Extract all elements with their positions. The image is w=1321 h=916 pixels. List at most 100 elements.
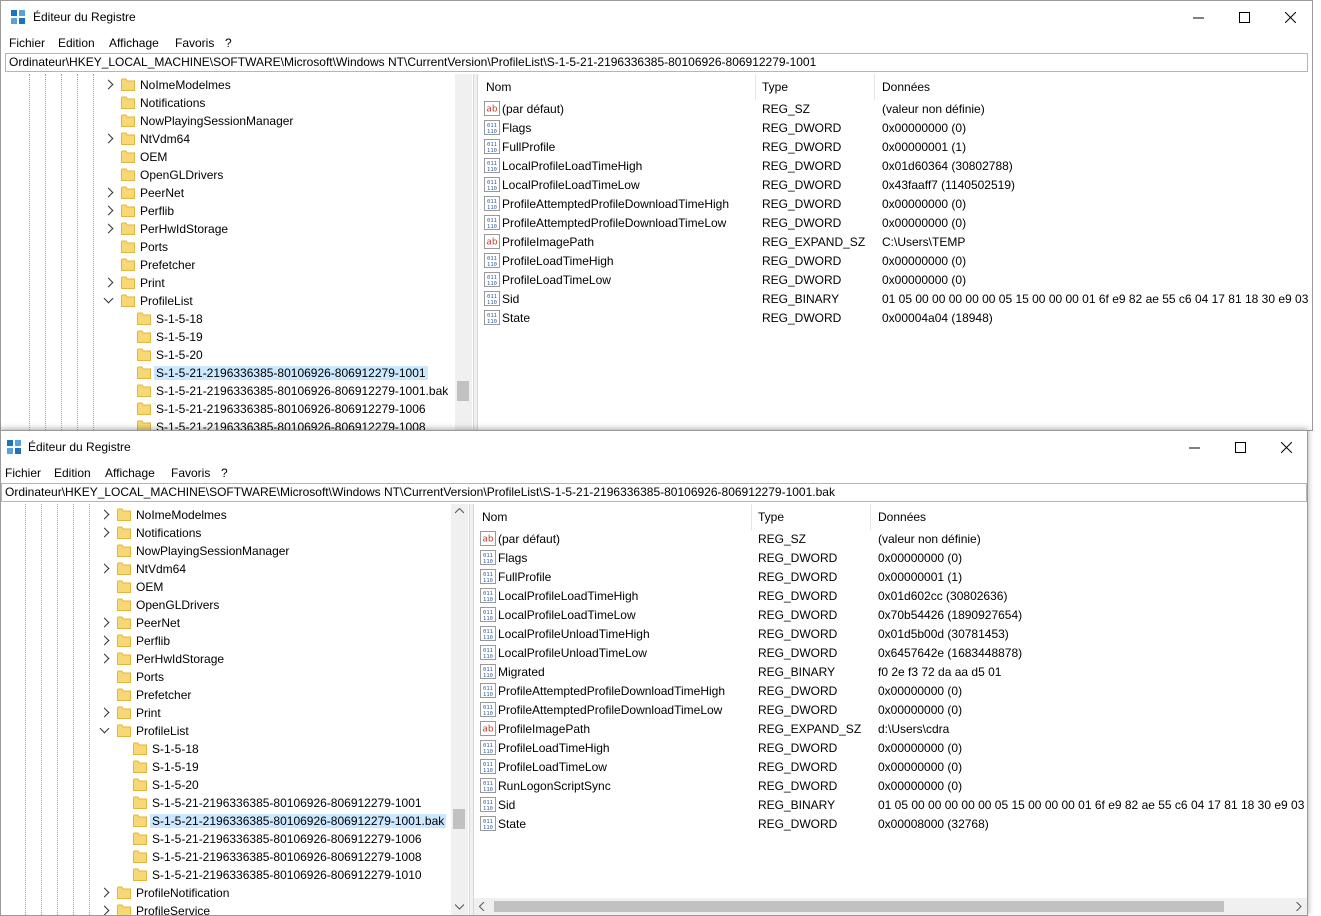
chevron-right-icon[interactable] xyxy=(99,905,110,915)
value-row[interactable]: 011 110 ProfileLoadTimeLow REG_DWORD 0x00000… xyxy=(478,271,1312,290)
value-row[interactable]: 011 110 LocalProfileLoadTimeHigh REG_DWORD 0… xyxy=(474,587,1307,606)
chevron-right-icon[interactable] xyxy=(103,223,114,234)
value-row[interactable]: 011 110 LocalProfileUnloadTimeLow REG_DWORD… xyxy=(474,644,1307,663)
column-header-data[interactable]: Données xyxy=(878,510,926,524)
chevron-right-icon[interactable] xyxy=(99,653,110,664)
values-horizontal-scrollbar[interactable] xyxy=(474,898,1307,915)
tree-node[interactable]: ProfileList xyxy=(1,722,461,740)
chevron-right-icon[interactable] xyxy=(99,617,110,628)
tree-node[interactable]: Prefetcher xyxy=(1,256,461,274)
tree-node[interactable]: NowPlayingSessionManager xyxy=(1,112,461,130)
minimize-button[interactable] xyxy=(1171,431,1217,463)
tree-node[interactable]: Perflib xyxy=(1,632,461,650)
menu-help[interactable]: ? xyxy=(225,36,232,50)
column-divider[interactable] xyxy=(755,74,756,100)
tree-vertical-scrollbar[interactable] xyxy=(451,504,468,915)
tree-node[interactable]: Perflib xyxy=(1,202,461,220)
chevron-right-icon[interactable] xyxy=(99,707,110,718)
tree-node[interactable]: S-1-5-20 xyxy=(1,776,461,794)
tree-node[interactable]: Print xyxy=(1,274,461,292)
scroll-down-arrow-icon[interactable] xyxy=(455,904,464,910)
tree-node[interactable]: NtVdm64 xyxy=(1,130,461,148)
horizontal-scrollbar-thumb[interactable] xyxy=(494,901,1224,912)
column-divider[interactable] xyxy=(874,74,875,100)
tree-node[interactable]: ProfileList xyxy=(1,292,461,310)
value-row[interactable]: 011 110 LocalProfileLoadTimeLow REG_DWORD 0x… xyxy=(474,606,1307,625)
tree-node[interactable]: Ports xyxy=(1,238,461,256)
tree-node[interactable]: S-1-5-21-2196336385-80106926-806912279-1… xyxy=(1,830,461,848)
tree-node[interactable]: PerHwIdStorage xyxy=(1,650,461,668)
menu-affichage[interactable]: Affichage xyxy=(105,466,155,480)
tree-node[interactable]: OEM xyxy=(1,148,461,166)
tree-node[interactable]: Print xyxy=(1,704,461,722)
menu-fichier[interactable]: Fichier xyxy=(5,466,41,480)
value-row[interactable]: 011 110 ProfileLoadTimeLow REG_DWORD 0x00000… xyxy=(474,758,1307,777)
value-row[interactable]: 011 110 Migrated REG_BINARY f0 2e f3 72 da a… xyxy=(474,663,1307,682)
tree-node[interactable]: ProfileService xyxy=(1,902,461,915)
menu-help[interactable]: ? xyxy=(221,466,228,480)
value-row[interactable]: 011 110 ProfileLoadTimeHigh REG_DWORD 0x0000… xyxy=(478,252,1312,271)
tree-node[interactable]: S-1-5-21-2196336385-80106926-806912279-1… xyxy=(1,400,461,418)
tree-node[interactable]: S-1-5-21-2196336385-80106926-806912279-1… xyxy=(1,382,461,400)
value-row[interactable]: 011 110 FullProfile REG_DWORD 0x00000001 (1) xyxy=(474,568,1307,587)
tree-node[interactable]: PeerNet xyxy=(1,614,461,632)
column-header-type[interactable]: Type xyxy=(758,510,784,524)
scroll-left-arrow-icon[interactable] xyxy=(479,902,485,911)
tree-node[interactable]: OpenGLDrivers xyxy=(1,166,461,184)
value-row[interactable]: 011 110 State REG_DWORD 0x00008000 (32768) xyxy=(474,815,1307,834)
tree-node[interactable]: Ports xyxy=(1,668,461,686)
column-header-name[interactable]: Nom xyxy=(482,510,507,524)
tree-node[interactable]: OpenGLDrivers xyxy=(1,596,461,614)
value-row[interactable]: 011 110 RunLogonScriptSync REG_DWORD 0x00000… xyxy=(474,777,1307,796)
value-row[interactable]: 011 110 Flags REG_DWORD 0x00000000 (0) xyxy=(478,119,1312,138)
menu-edition[interactable]: Edition xyxy=(54,466,91,480)
value-row[interactable]: ab ProfileImagePath REG_EXPAND_SZ d:\Users\… xyxy=(474,720,1307,739)
column-divider[interactable] xyxy=(870,504,871,530)
value-row[interactable]: 011 110 ProfileAttemptedProfileDownloadTim… xyxy=(478,214,1312,233)
chevron-right-icon[interactable] xyxy=(99,509,110,520)
value-row[interactable]: 011 110 Sid REG_BINARY 01 05 00 00 00 00 00 … xyxy=(478,290,1312,309)
value-row[interactable]: 011 110 ProfileAttemptedProfileDownloadTim… xyxy=(474,682,1307,701)
value-row[interactable]: 011 110 ProfileAttemptedProfileDownloadTim… xyxy=(478,195,1312,214)
tree-node[interactable]: S-1-5-21-2196336385-80106926-806912279-1… xyxy=(1,812,461,830)
menu-fichier[interactable]: Fichier xyxy=(9,36,45,50)
tree-node[interactable]: S-1-5-21-2196336385-80106926-806912279-1… xyxy=(1,848,461,866)
value-row[interactable]: ab ProfileImagePath REG_EXPAND_SZ C:\Users\… xyxy=(478,233,1312,252)
tree-node[interactable]: S-1-5-21-2196336385-80106926-806912279-1… xyxy=(1,418,461,430)
menu-favoris[interactable]: Favoris xyxy=(175,36,214,50)
value-row[interactable]: 011 110 LocalProfileLoadTimeHigh REG_DWORD 0… xyxy=(478,157,1312,176)
chevron-right-icon[interactable] xyxy=(99,563,110,574)
chevron-right-icon[interactable] xyxy=(99,635,110,646)
tree-node[interactable]: PeerNet xyxy=(1,184,461,202)
minimize-button[interactable] xyxy=(1175,1,1221,33)
address-bar[interactable]: Ordinateur\HKEY_LOCAL_MACHINE\SOFTWARE\M… xyxy=(1,483,1307,502)
tree-node[interactable]: S-1-5-18 xyxy=(1,740,461,758)
maximize-button[interactable] xyxy=(1217,431,1263,463)
chevron-right-icon[interactable] xyxy=(103,277,114,288)
chevron-right-icon[interactable] xyxy=(103,133,114,144)
tree-node[interactable]: NtVdm64 xyxy=(1,560,461,578)
tree-node[interactable]: S-1-5-18 xyxy=(1,310,461,328)
tree-node[interactable]: ProfileNotification xyxy=(1,884,461,902)
column-header-type[interactable]: Type xyxy=(762,80,788,94)
tree-node[interactable]: S-1-5-19 xyxy=(1,328,461,346)
chevron-right-icon[interactable] xyxy=(103,205,114,216)
scroll-up-arrow-icon[interactable] xyxy=(455,508,464,514)
title-bar[interactable]: Éditeur du Registre xyxy=(1,431,1307,463)
address-bar[interactable]: Ordinateur\HKEY_LOCAL_MACHINE\SOFTWARE\M… xyxy=(5,53,1308,72)
column-header-data[interactable]: Données xyxy=(882,80,930,94)
tree-scrollbar-thumb[interactable] xyxy=(457,381,469,401)
scroll-right-arrow-icon[interactable] xyxy=(1296,902,1302,911)
value-row[interactable]: 011 110 LocalProfileLoadTimeLow REG_DWORD 0x… xyxy=(478,176,1312,195)
value-row[interactable]: 011 110 LocalProfileUnloadTimeHigh REG_DWOR… xyxy=(474,625,1307,644)
value-row[interactable]: 011 110 State REG_DWORD 0x00004a04 (18948) xyxy=(478,309,1312,328)
close-button[interactable] xyxy=(1263,431,1307,463)
menu-favoris[interactable]: Favoris xyxy=(171,466,210,480)
tree-node[interactable]: NoImeModelmes xyxy=(1,506,461,524)
tree-node[interactable]: Notifications xyxy=(1,94,461,112)
close-button[interactable] xyxy=(1267,1,1312,33)
tree-node[interactable]: NowPlayingSessionManager xyxy=(1,542,461,560)
value-row[interactable]: ab (par défaut) REG_SZ (valeur non définie) xyxy=(474,530,1307,549)
menu-edition[interactable]: Edition xyxy=(58,36,95,50)
value-row[interactable]: 011 110 ProfileAttemptedProfileDownloadTim… xyxy=(474,701,1307,720)
